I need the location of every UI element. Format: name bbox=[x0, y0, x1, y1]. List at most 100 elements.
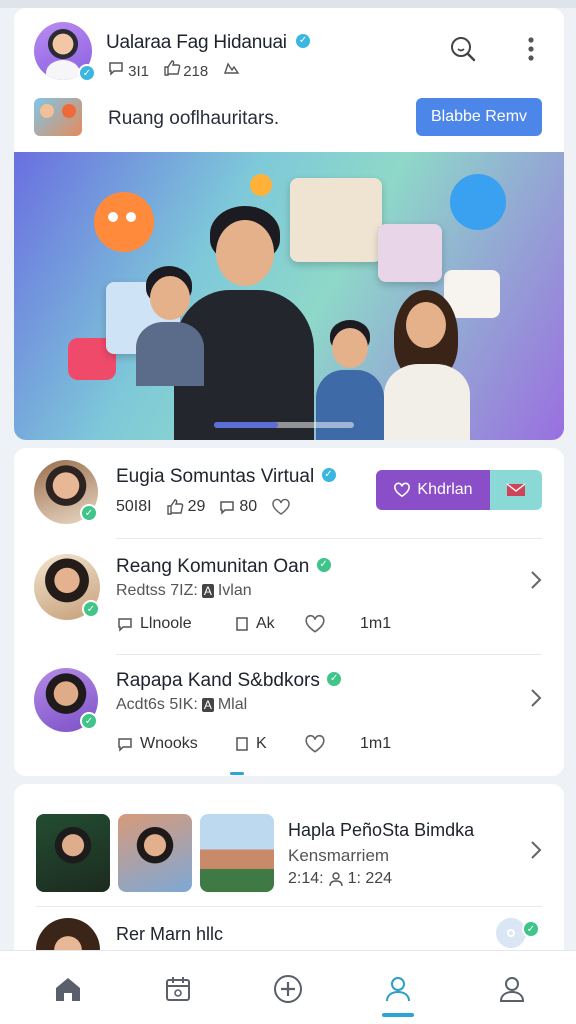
group-name: Reang Komunitan Oan ✓ bbox=[116, 555, 333, 578]
comment-count: 80 bbox=[239, 498, 258, 515]
mail-icon[interactable] bbox=[490, 470, 542, 510]
list-item[interactable]: ✓ Reang Komunitan Oan ✓ Redtss 7IZ: A Iv… bbox=[14, 540, 564, 656]
chevron-right-icon[interactable] bbox=[530, 840, 542, 860]
community-header-card: ✓ Ualaraa Fag Hidanuai ✓ 3I1 218 Ruang o… bbox=[14, 8, 564, 440]
heart-icon bbox=[393, 482, 411, 498]
like-stat[interactable]: 218 bbox=[163, 60, 208, 80]
group-actions: Llnoole Ak 1m1 bbox=[116, 614, 416, 634]
emoji-bubble-icon bbox=[94, 192, 154, 252]
featured-meta-text: 2:14: bbox=[288, 870, 324, 887]
calendar-icon[interactable] bbox=[158, 969, 198, 1009]
comment-stat[interactable]: 80 bbox=[219, 498, 257, 516]
chat-bubble-icon bbox=[450, 174, 506, 230]
reply-action[interactable]: Wnooks bbox=[116, 735, 234, 753]
reply-label: Wnooks bbox=[140, 735, 198, 752]
carousel-indicator[interactable] bbox=[214, 422, 354, 428]
featured-meta: 2:14: 1: 224 bbox=[288, 870, 392, 888]
group-photo-2 bbox=[378, 224, 442, 282]
like-stat[interactable]: 29 bbox=[166, 498, 205, 516]
more-options-icon[interactable] bbox=[514, 32, 548, 66]
settings-fab[interactable] bbox=[496, 918, 526, 948]
heart-icon[interactable] bbox=[271, 498, 291, 516]
banner-person-left bbox=[132, 266, 208, 386]
bookmark-icon bbox=[234, 616, 250, 632]
reply-action[interactable]: Llnoole bbox=[116, 615, 234, 633]
join-label: Khdrlan bbox=[417, 481, 473, 498]
bookmark-label: K bbox=[256, 735, 267, 752]
account-icon[interactable] bbox=[492, 969, 532, 1009]
chevron-right-icon[interactable] bbox=[530, 688, 542, 708]
group-subtitle-text: Acdt6s 5IK: bbox=[116, 696, 198, 713]
share-icon bbox=[222, 60, 240, 76]
verified-badge-icon: ✓ bbox=[325, 669, 344, 688]
comment-icon bbox=[116, 616, 134, 632]
join-button-group: Khdrlan bbox=[376, 470, 542, 510]
community-label: Ruang ooflhauritars. bbox=[108, 108, 280, 129]
featured-title: Hapla PeñoSta Bimdka bbox=[288, 820, 475, 840]
verified-icon: ✓ bbox=[78, 64, 96, 82]
community-row: Ruang ooflhauritars. Blabbe Remv bbox=[14, 94, 564, 152]
group-name-text: Reang Komunitan Oan bbox=[116, 556, 310, 577]
comment-icon bbox=[108, 60, 124, 76]
heart-icon[interactable] bbox=[304, 734, 360, 754]
featured-thumbnail-2[interactable] bbox=[118, 814, 192, 892]
verified-icon: ✓ bbox=[82, 600, 100, 618]
featured-thumbnail-3[interactable] bbox=[200, 814, 274, 892]
group-subtitle-tail: Ivlan bbox=[217, 582, 252, 599]
divider bbox=[116, 654, 542, 655]
time-label: 1m1 bbox=[360, 735, 392, 752]
featured-meta-tail: 1: 224 bbox=[347, 870, 393, 887]
bookmark-label: Ak bbox=[256, 615, 275, 632]
like-icon bbox=[166, 499, 184, 515]
status-strip bbox=[0, 0, 576, 8]
group-list-card: ✓ Eugia Somuntas Virtual ✓ 50I8I 29 80 K… bbox=[14, 448, 564, 776]
avatar[interactable] bbox=[36, 918, 100, 954]
bottom-tab-bar bbox=[0, 950, 576, 1024]
profile-icon[interactable] bbox=[378, 969, 418, 1017]
bookmark-icon bbox=[234, 736, 250, 752]
like-count: 218 bbox=[183, 63, 209, 80]
hero-banner[interactable] bbox=[14, 152, 564, 440]
featured-card: Hapla PeñoSta Bimdka Kensmarriem 2:14: 1… bbox=[14, 784, 564, 954]
community-action-button[interactable]: Blabbe Remv bbox=[416, 98, 542, 136]
group-name: Rapapa Kand S&bdkors ✓ bbox=[116, 669, 344, 692]
share-stat[interactable] bbox=[222, 60, 240, 80]
group-subtitle-tail: Mlal bbox=[217, 696, 248, 713]
list-item[interactable]: ✓ Rapapa Kand S&bdkors ✓ Acdt6s 5IK: A M… bbox=[14, 656, 564, 774]
next-item-name: Rer Marn hllc bbox=[116, 924, 224, 944]
heart-icon[interactable] bbox=[304, 614, 360, 634]
join-button[interactable]: Khdrlan bbox=[376, 470, 490, 510]
person-icon bbox=[328, 871, 344, 887]
home-icon[interactable] bbox=[48, 969, 88, 1009]
list-item[interactable]: ✓ Eugia Somuntas Virtual ✓ 50I8I 29 80 K… bbox=[14, 448, 564, 540]
tag-badge: A bbox=[201, 698, 214, 712]
star-sticker-icon bbox=[250, 174, 272, 196]
verified-badge-icon: ✓ bbox=[314, 555, 333, 574]
page-title-text: Ualaraa Fag Hidanuai bbox=[106, 32, 287, 53]
chevron-right-icon[interactable] bbox=[530, 570, 542, 590]
divider bbox=[36, 906, 542, 907]
bookmark-action[interactable]: K bbox=[234, 735, 304, 753]
divider bbox=[116, 538, 542, 539]
comment-count: 3I1 bbox=[128, 63, 150, 80]
add-icon[interactable] bbox=[268, 969, 308, 1009]
verified-icon: ✓ bbox=[522, 920, 540, 938]
group-subtitle: Acdt6s 5IK: A Mlal bbox=[116, 696, 247, 714]
time-label: 1m1 bbox=[360, 615, 392, 632]
verified-icon: ✓ bbox=[80, 712, 98, 730]
comment-stat[interactable]: 3I1 bbox=[108, 60, 149, 80]
group-name-text: Eugia Somuntas Virtual bbox=[116, 466, 315, 487]
bookmark-action[interactable]: Ak bbox=[234, 615, 304, 633]
reply-label: Llnoole bbox=[140, 615, 192, 632]
featured-thumbnail-1[interactable] bbox=[36, 814, 110, 892]
emoji-eye bbox=[108, 212, 118, 222]
group-stats: 50I8I 29 80 bbox=[116, 498, 291, 516]
search-icon[interactable] bbox=[446, 32, 480, 66]
verified-badge-icon: ✓ bbox=[319, 465, 338, 484]
community-thumbnail[interactable] bbox=[34, 98, 82, 136]
group-subtitle-text: Redtss 7IZ: bbox=[116, 582, 198, 599]
header-stats: 3I1 218 bbox=[108, 60, 240, 80]
page-title: Ualaraa Fag Hidanuai ✓ bbox=[106, 31, 312, 54]
like-icon bbox=[163, 60, 181, 76]
verified-badge-icon: ✓ bbox=[293, 31, 312, 50]
